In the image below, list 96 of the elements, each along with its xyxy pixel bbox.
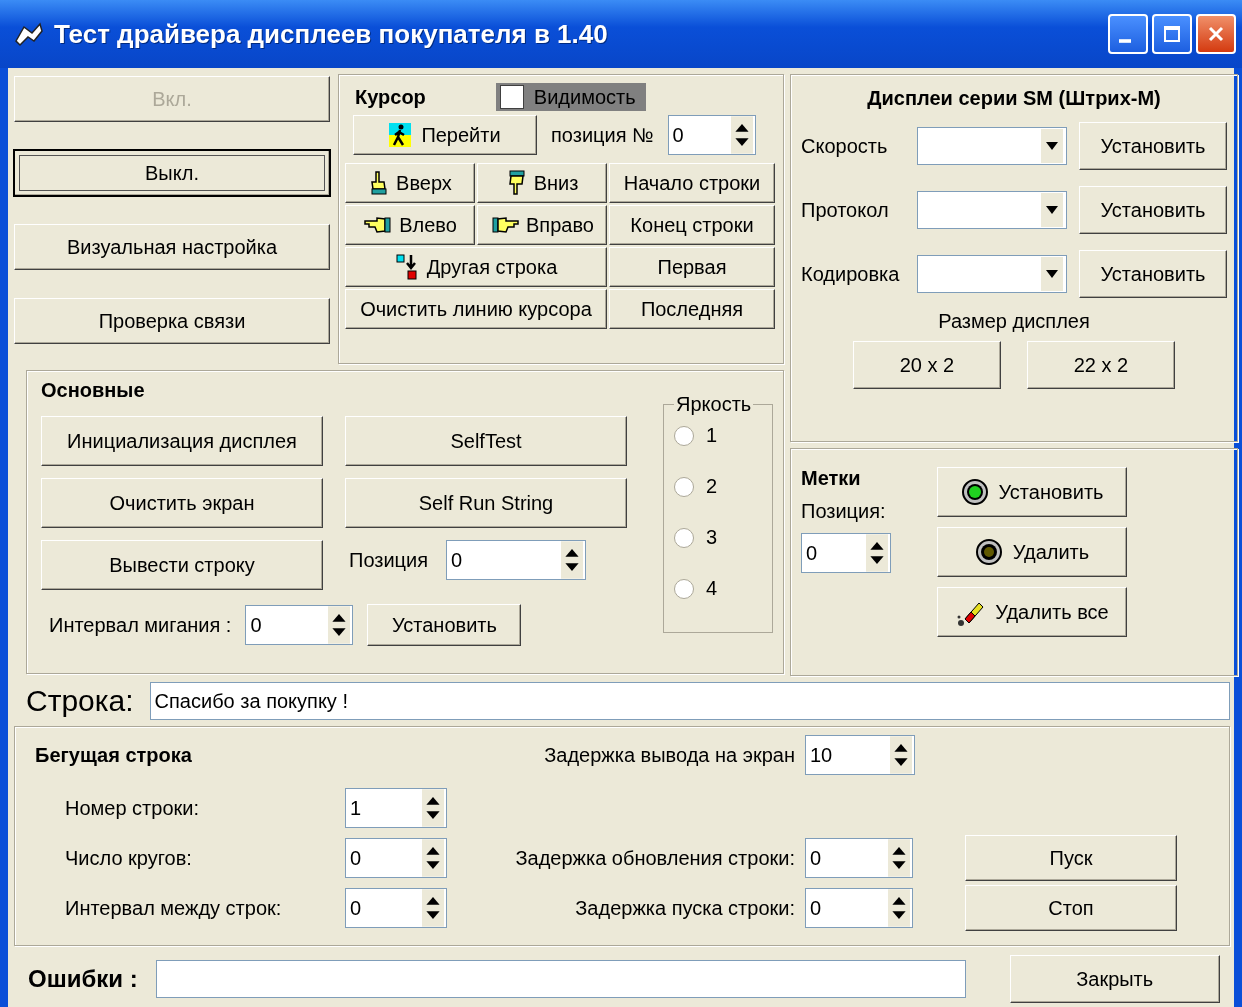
minimize-button[interactable] [1108, 14, 1148, 54]
setting-label: Кодировка [801, 262, 901, 286]
cursor-button[interactable]: Другая строка [345, 247, 607, 287]
minimize-icon [1119, 39, 1131, 43]
walking-figure-icon [389, 123, 412, 147]
setting-label: Скорость [801, 134, 889, 158]
window-title: Тест драйвера дисплеев покупателя в 1.40 [54, 18, 609, 50]
setting-label: Протокол [801, 198, 890, 222]
close-icon [1206, 24, 1226, 44]
mark-button[interactable]: Установить [937, 467, 1127, 517]
field-label: Интервал между строк: [64, 896, 283, 920]
spin-field[interactable]: 1 [345, 788, 447, 828]
blink-interval-label: Интервал мигания : [49, 613, 232, 637]
pointing-hand-icon [363, 215, 394, 235]
run-control-button[interactable]: Пуск [965, 835, 1177, 881]
section-title: Основные [41, 379, 146, 402]
lit-led-icon [960, 478, 989, 506]
output-delay-label: Задержка вывода на экран [544, 743, 795, 767]
brightness-radio[interactable]: 3 [674, 526, 762, 549]
spin-field[interactable]: 0 [667, 115, 756, 155]
spin-buttons-icon[interactable] [328, 606, 351, 644]
display-size-button[interactable]: 20 x 2 [853, 341, 1001, 389]
spin-field[interactable]: 0 [805, 888, 913, 928]
cursor-button[interactable]: Конец строки [609, 205, 775, 245]
mark-button[interactable]: Удалить [937, 527, 1127, 577]
run-control-button[interactable]: Стоп [965, 885, 1177, 931]
dropdown-field[interactable] [917, 255, 1067, 293]
spin-field[interactable]: 0 [345, 838, 447, 878]
cursor-button[interactable]: Очистить линию курсора [345, 289, 607, 329]
spin-field[interactable]: 0 [245, 605, 354, 645]
set-button[interactable]: Установить [1079, 186, 1227, 234]
line-input-field[interactable]: Спасибо за покупку ! [149, 682, 1230, 720]
command-button[interactable]: Выкл. [14, 150, 330, 196]
spin-buttons-icon[interactable] [866, 534, 888, 572]
pointing-hand-icon [490, 215, 520, 235]
maximize-icon [1162, 24, 1182, 44]
spin-buttons-icon[interactable] [890, 736, 912, 774]
section-title: Дисплеи серии SM (Штрих-М) [867, 87, 1161, 110]
spin-buttons-icon[interactable] [422, 839, 444, 877]
command-button[interactable]: SelfTest [345, 416, 627, 466]
spin-buttons-icon[interactable] [730, 116, 753, 154]
section-title: Курсор [355, 85, 426, 109]
errors-label: Ошибки : [28, 965, 138, 993]
close-button[interactable] [1196, 14, 1236, 54]
set-button[interactable]: Установить [367, 604, 522, 646]
mark-button[interactable]: Удалить все [937, 587, 1127, 637]
field-label: Номер строки: [64, 796, 200, 820]
command-button[interactable]: Очистить экран [41, 478, 323, 528]
set-button[interactable]: Установить [1079, 122, 1227, 170]
spin-buttons-icon[interactable] [422, 789, 444, 827]
errors-field[interactable] [155, 960, 966, 998]
go-button[interactable]: Перейти [353, 115, 537, 155]
brightness-radio[interactable]: 2 [674, 475, 762, 498]
command-button[interactable]: Проверка связи [14, 298, 330, 344]
display-size-button[interactable]: 22 x 2 [1027, 341, 1175, 389]
spin-field[interactable]: 10 [805, 735, 915, 775]
cursor-button[interactable]: Последняя [609, 289, 775, 329]
cursor-button[interactable]: Влево [345, 205, 475, 245]
position-label: Позиция [349, 548, 429, 572]
visibility-checkbox[interactable]: Видимость [495, 83, 646, 111]
command-button[interactable]: Инициализация дисплея [41, 416, 323, 466]
set-button[interactable]: Установить [1079, 250, 1227, 298]
brightness-radio[interactable]: 4 [674, 577, 762, 600]
app-icon [14, 21, 44, 47]
spin-buttons-icon[interactable] [561, 541, 584, 579]
section-title: Метки [801, 467, 862, 490]
unlit-led-icon [974, 538, 1003, 566]
maximize-button[interactable] [1152, 14, 1192, 54]
spin-field[interactable]: 0 [801, 533, 891, 573]
cursor-button[interactable]: Начало строки [609, 163, 775, 203]
position-label: позиция № [551, 123, 654, 147]
cursor-button[interactable]: Первая [609, 247, 775, 287]
dropdown-field[interactable] [917, 127, 1067, 165]
command-button[interactable]: Вывести строку [41, 540, 323, 590]
brightness-radio[interactable]: 1 [674, 424, 762, 447]
cursor-button[interactable]: Вниз [477, 163, 607, 203]
section-title: Бегущая строка [35, 743, 193, 767]
display-size-label: Размер дисплея [938, 310, 1090, 333]
spin-field[interactable]: 0 [345, 888, 447, 928]
spin-field[interactable]: 0 [805, 838, 913, 878]
field-label: Задержка обновления строки: [515, 846, 795, 870]
command-button[interactable]: Self Run String [345, 478, 627, 528]
line-label: Строка: [26, 684, 134, 718]
position-label: Позиция: [801, 500, 887, 523]
close-dialog-button[interactable]: Закрыть [1009, 955, 1220, 1003]
field-label: Число кругов: [64, 846, 193, 870]
spin-field[interactable]: 0 [446, 540, 587, 580]
field-label: Задержка пуска строки: [575, 896, 795, 920]
spin-buttons-icon[interactable] [888, 889, 910, 927]
dropdown-field[interactable] [917, 191, 1067, 229]
cursor-button[interactable]: Вправо [477, 205, 607, 245]
spin-buttons-icon[interactable] [422, 889, 444, 927]
command-button[interactable]: Визуальная настройка [14, 224, 330, 270]
group-title: Яркость [675, 393, 753, 416]
cursor-button[interactable]: Вверх [345, 163, 475, 203]
spin-buttons-icon[interactable] [888, 839, 910, 877]
